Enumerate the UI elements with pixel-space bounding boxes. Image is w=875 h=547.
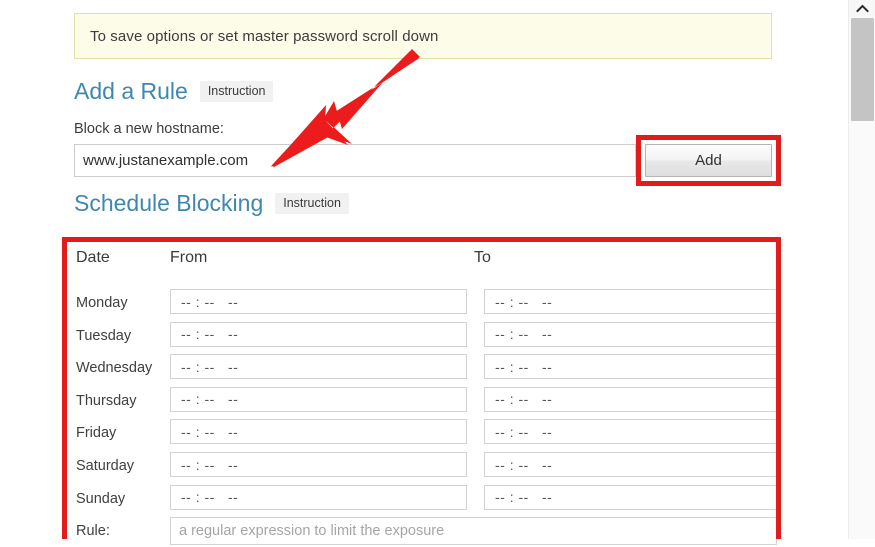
time-input-from[interactable]: -- : -- --: [170, 452, 467, 477]
time-value-from: -- : -- --: [181, 293, 239, 310]
time-value-from: -- : -- --: [181, 423, 239, 440]
time-value-from: -- : -- --: [181, 358, 239, 375]
rule-label: Rule:: [76, 523, 110, 540]
time-value-to: -- : -- --: [495, 423, 553, 440]
time-input-to[interactable]: -- : -- --: [484, 354, 777, 380]
time-value-to: -- : -- --: [495, 358, 553, 375]
time-input-to[interactable]: -- : -- --: [484, 484, 777, 510]
add-button[interactable]: Add: [645, 144, 772, 177]
day-label: Friday: [76, 425, 117, 442]
instruction-badge-add-rule[interactable]: Instruction: [199, 80, 274, 103]
save-options-notice: To save options or set master password s…: [74, 13, 772, 59]
column-header-to: To: [474, 249, 491, 266]
scrollbar-thumb[interactable]: [851, 18, 874, 121]
day-label: Tuesday: [76, 327, 132, 344]
day-label: Saturday: [76, 458, 135, 474]
table-row: Monday -- : -- -- -- : -- --: [76, 289, 777, 319]
time-value-to: -- : -- --: [495, 326, 553, 343]
day-label: Wednesday: [76, 360, 153, 377]
day-label: Monday: [76, 295, 128, 311]
rule-regex-input[interactable]: [170, 517, 777, 546]
scroll-up-arrow-icon[interactable]: [849, 0, 875, 17]
day-label: Thursday: [76, 392, 137, 409]
add-rule-heading-group: Add a Rule Instruction: [74, 78, 274, 105]
page-root: To save options or set master password s…: [0, 0, 875, 546]
time-input-from[interactable]: -- : -- --: [170, 289, 467, 314]
page-title-schedule-blocking: Schedule Blocking: [74, 190, 264, 216]
schedule-blocking-heading-group: Schedule Blocking Instruction: [74, 190, 349, 217]
hostname-field-label: Block a new hostname:: [74, 121, 224, 137]
time-value-to: -- : -- --: [495, 293, 553, 310]
time-value-to: -- : -- --: [495, 489, 553, 506]
column-header-from: From: [170, 249, 208, 266]
instruction-badge-schedule[interactable]: Instruction: [275, 192, 349, 215]
column-header-date: Date: [76, 249, 110, 266]
time-value-from: -- : -- --: [181, 391, 239, 408]
notice-text: To save options or set master password s…: [90, 27, 439, 45]
table-row: Saturday -- : -- -- -- : -- --: [76, 452, 777, 482]
day-label: Sunday: [76, 490, 126, 507]
time-input-to[interactable]: -- : -- --: [484, 321, 777, 347]
time-input-to[interactable]: -- : -- --: [484, 419, 777, 445]
rule-row: Rule:: [76, 517, 777, 547]
table-row: Thursday -- : -- -- -- : -- --: [76, 386, 777, 417]
hostname-input[interactable]: [74, 144, 636, 177]
time-input-from[interactable]: -- : -- --: [170, 386, 467, 412]
time-input-from[interactable]: -- : -- --: [170, 321, 467, 347]
page-title-add-rule: Add a Rule: [74, 78, 188, 104]
scrollbar-track[interactable]: [851, 122, 874, 539]
time-input-to[interactable]: -- : -- --: [484, 452, 777, 477]
time-value-from: -- : -- --: [181, 489, 239, 506]
time-value-to: -- : -- --: [495, 391, 553, 408]
table-row: Tuesday -- : -- -- -- : -- --: [76, 321, 777, 352]
time-input-from[interactable]: -- : -- --: [170, 484, 467, 510]
table-row: Wednesday -- : -- -- -- : -- --: [76, 354, 777, 384]
time-value-from: -- : -- --: [181, 326, 239, 343]
time-value-from: -- : -- --: [181, 456, 239, 473]
vertical-scrollbar[interactable]: [848, 0, 875, 539]
chevron-up-icon: [855, 4, 869, 13]
schedule-table-header: Date From To: [76, 249, 776, 279]
time-input-to[interactable]: -- : -- --: [484, 289, 777, 314]
table-row: Friday -- : -- -- -- : -- --: [76, 419, 777, 449]
time-input-from[interactable]: -- : -- --: [170, 419, 467, 445]
table-row: Sunday -- : -- -- -- : -- --: [76, 484, 777, 515]
options-page-content: To save options or set master password s…: [0, 0, 848, 546]
time-input-from[interactable]: -- : -- --: [170, 354, 467, 380]
time-value-to: -- : -- --: [495, 456, 553, 473]
time-input-to[interactable]: -- : -- --: [484, 386, 777, 412]
